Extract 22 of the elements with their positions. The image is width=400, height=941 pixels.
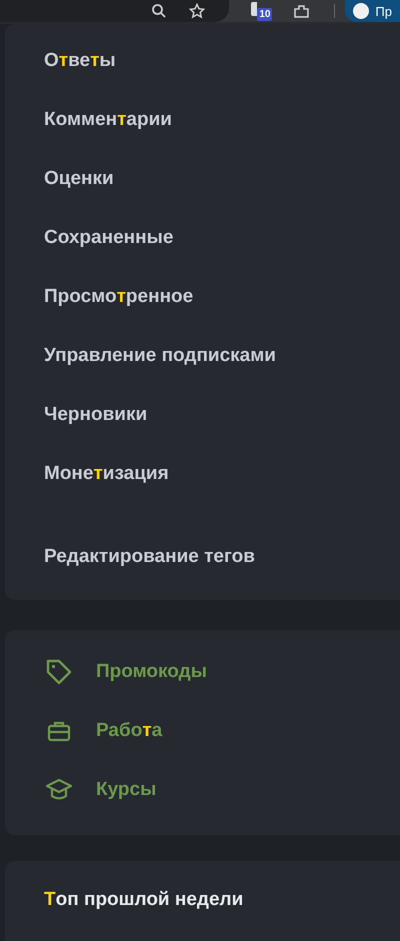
menu-item[interactable]: Ответы bbox=[5, 46, 400, 105]
service-link[interactable]: Курсы bbox=[5, 766, 400, 813]
search-icon[interactable] bbox=[151, 3, 168, 19]
tag-icon bbox=[44, 658, 74, 686]
extension-badge: 10 bbox=[257, 8, 272, 21]
graduation-cap-icon bbox=[44, 778, 74, 802]
extension-icon[interactable] bbox=[251, 2, 258, 16]
menu-item[interactable]: Сохраненные bbox=[5, 223, 400, 282]
star-icon[interactable] bbox=[189, 3, 206, 19]
address-bar[interactable] bbox=[0, 0, 230, 22]
avatar-icon bbox=[353, 3, 370, 19]
menu-item[interactable]: Монетизация bbox=[5, 459, 400, 518]
profile-button[interactable]: Пр bbox=[345, 0, 400, 22]
menu-item[interactable]: Редактирование тегов bbox=[5, 542, 400, 582]
menu-item[interactable]: Комментарии bbox=[5, 105, 400, 164]
section-title: Топ прошлой недели bbox=[44, 889, 244, 910]
service-link[interactable]: Промокоды bbox=[5, 648, 400, 695]
menu-item[interactable]: Управление подписками bbox=[5, 341, 400, 400]
menu-item[interactable]: Черновики bbox=[5, 400, 400, 459]
service-link[interactable]: Работа bbox=[5, 707, 400, 754]
menu-item[interactable]: Оценки bbox=[5, 164, 400, 223]
menu-item[interactable]: Просмотренное bbox=[5, 282, 400, 341]
